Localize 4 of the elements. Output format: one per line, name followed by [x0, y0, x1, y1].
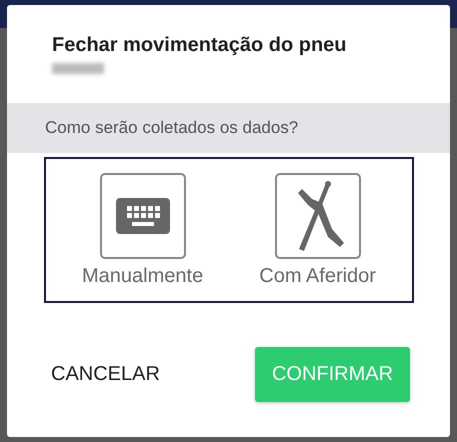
cancel-button[interactable]: CANCELAR: [43, 355, 168, 394]
keyboard-icon: [116, 198, 170, 234]
dialog-title: Fechar movimentação do pneu: [52, 34, 348, 57]
question-text: Como serão coletados os dados?: [45, 118, 298, 138]
